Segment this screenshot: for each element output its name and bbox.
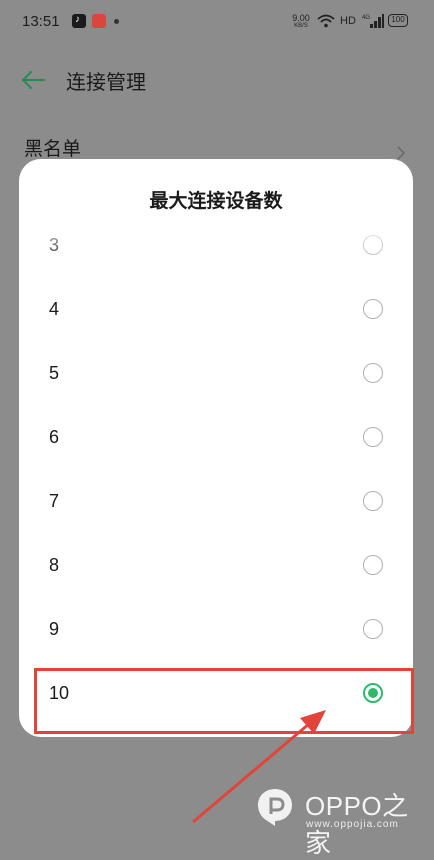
annotation-arrow-icon [192,710,326,824]
watermark-logo-icon [258,789,292,826]
watermark-url: www.oppojia.com [306,819,399,830]
